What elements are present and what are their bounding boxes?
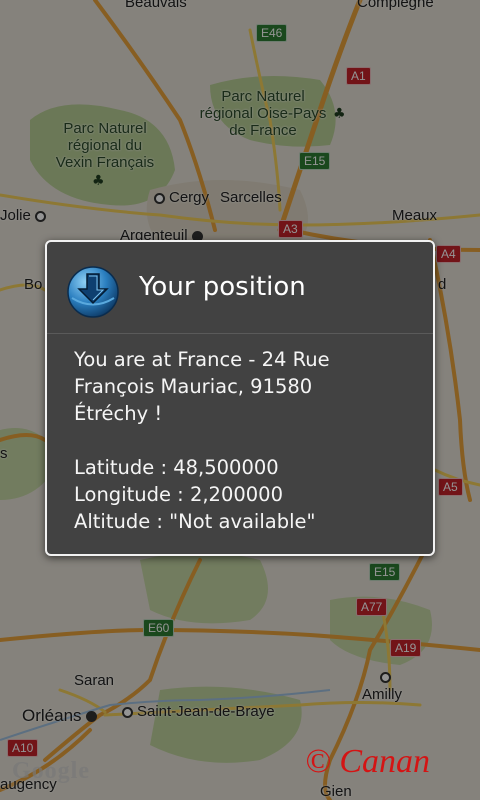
- dialog-message: You are at France - 24 Rue François Maur…: [74, 346, 415, 535]
- address-line: Étréchy !: [74, 402, 163, 425]
- position-dialog: Your position You are at France - 24 Rue…: [45, 240, 435, 556]
- address-line: François Mauriac, 91580: [74, 375, 313, 398]
- latitude-text: Latitude : 48,500000: [74, 456, 279, 479]
- google-attribution: Google: [12, 758, 90, 784]
- download-globe-icon: [67, 266, 119, 318]
- dialog-title: Your position: [139, 272, 306, 302]
- dialog-header: Your position: [47, 242, 433, 334]
- address-line: You are at France - 24 Rue: [74, 348, 330, 371]
- watermark: © Canan: [305, 743, 431, 780]
- longitude-text: Longitude : 2,200000: [74, 483, 283, 506]
- altitude-text: Altitude : "Not available": [74, 510, 316, 533]
